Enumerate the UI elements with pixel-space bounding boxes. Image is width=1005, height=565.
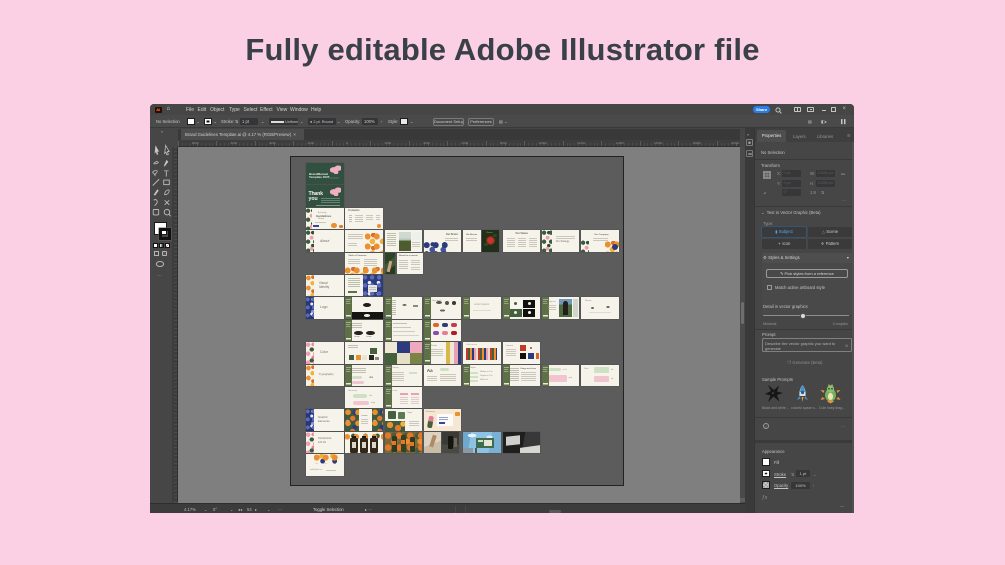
svg-text:T: T	[164, 169, 169, 178]
